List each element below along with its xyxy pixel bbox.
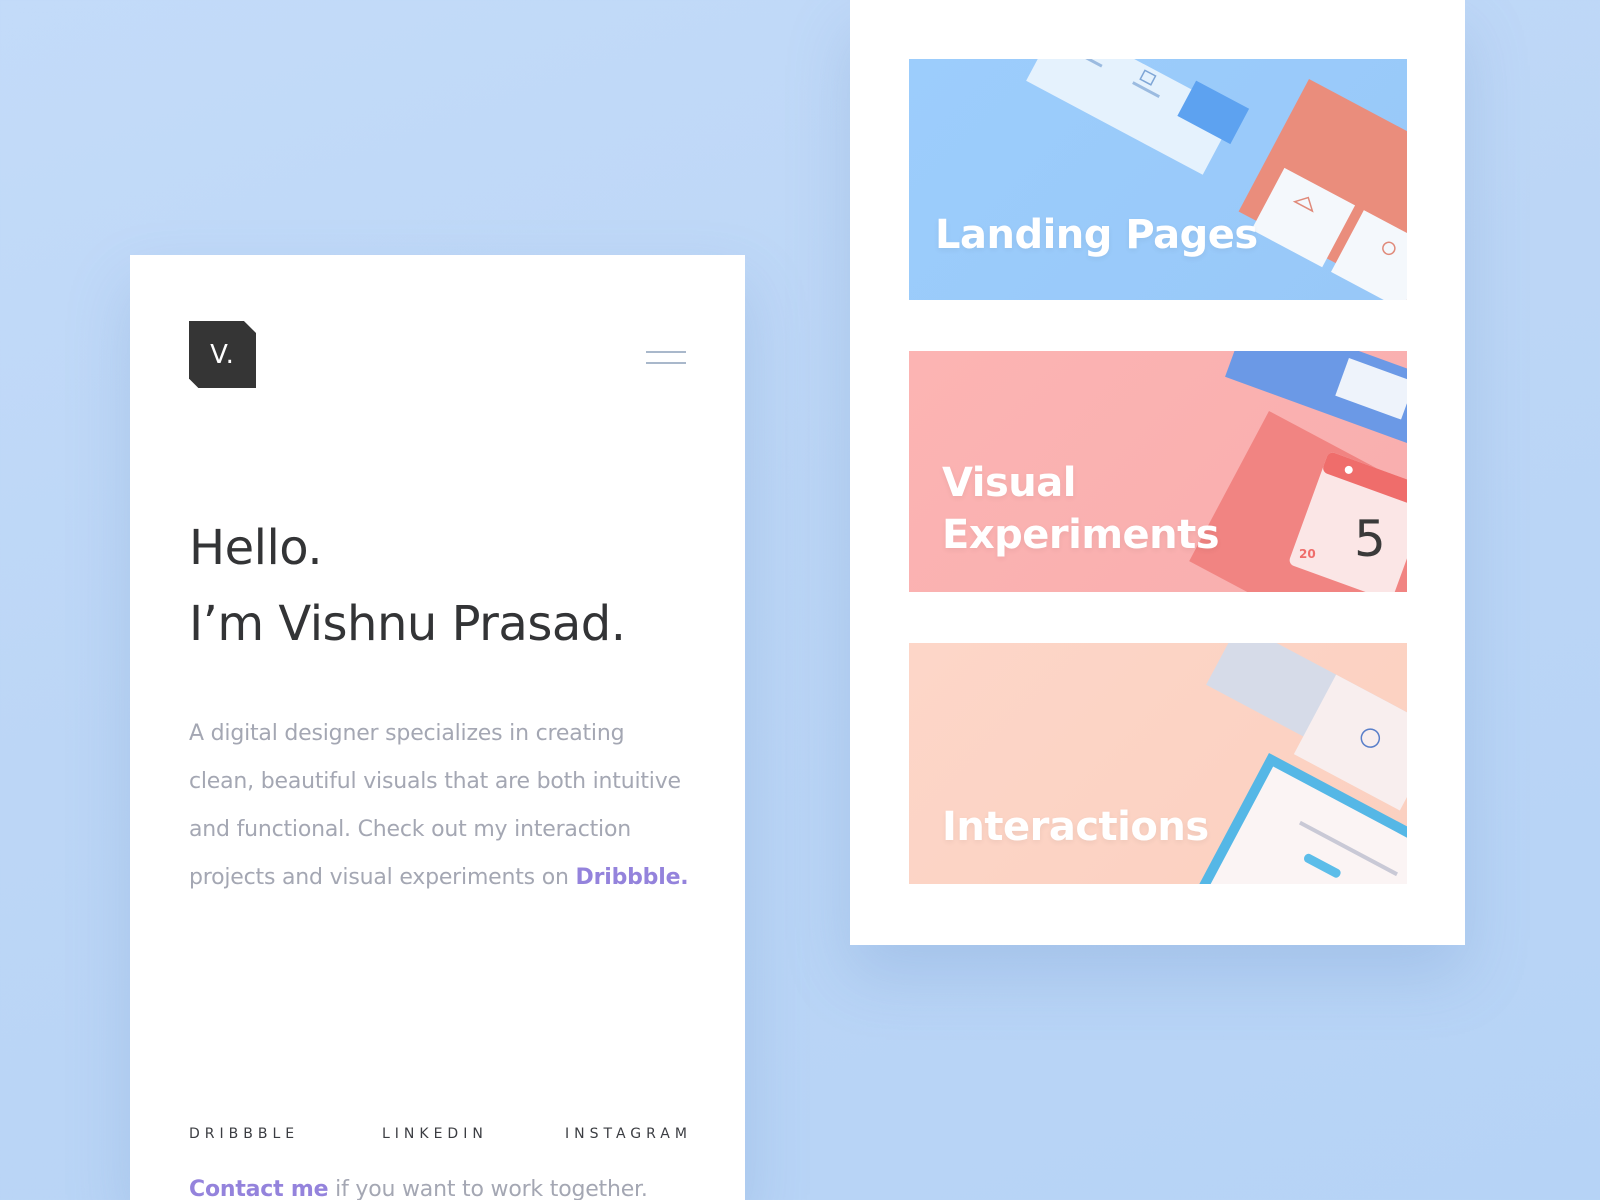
social-links: DRIBBBLE LINKEDIN INSTAGRAM xyxy=(130,1126,745,1146)
greeting: Hello. xyxy=(189,520,323,576)
contact-text: if you want to work together. xyxy=(328,1177,648,1200)
contact-me-link[interactable]: Contact me xyxy=(189,1177,329,1200)
tile-visual-experiments[interactable]: 5 20 Visual Experiments xyxy=(909,351,1407,592)
portfolio-card: Landing Pages 5 20 Visual Experiments In… xyxy=(850,0,1465,945)
profile-card: V. Hello. I’m Vishnu Prasad. A digital d… xyxy=(130,255,745,1200)
social-link-linkedin[interactable]: LINKEDIN xyxy=(382,1126,488,1142)
tile-title-line: Visual xyxy=(942,460,1076,506)
social-link-dribbble[interactable]: DRIBBBLE xyxy=(189,1126,299,1142)
tile-title-line: Experiments xyxy=(942,512,1220,558)
dribbble-inline-link[interactable]: Dribbble. xyxy=(576,865,689,890)
contact-line: Contact me if you want to work together. xyxy=(189,1177,709,1200)
calendar-side-number: 20 xyxy=(1299,547,1316,561)
social-link-instagram[interactable]: INSTAGRAM xyxy=(565,1126,692,1142)
intro-heading: Hello. I’m Vishnu Prasad. xyxy=(189,510,626,662)
logo-mark[interactable]: V. xyxy=(189,321,256,388)
name-line: I’m Vishnu Prasad. xyxy=(189,596,626,652)
calendar-day-number: 5 xyxy=(1354,510,1386,568)
menu-line xyxy=(646,351,686,353)
hamburger-menu-icon[interactable] xyxy=(646,345,686,377)
menu-line xyxy=(646,362,686,364)
tile-title-visual-experiments: Visual Experiments xyxy=(942,457,1220,561)
tile-interactions[interactable]: Interactions xyxy=(909,643,1407,884)
bio-paragraph: A digital designer specializes in creati… xyxy=(189,710,689,902)
tile-title-interactions: Interactions xyxy=(942,804,1209,850)
landing-pages-preview-art xyxy=(1026,59,1407,300)
tile-title-landing-pages: Landing Pages xyxy=(935,212,1258,258)
tile-landing-pages[interactable]: Landing Pages xyxy=(909,59,1407,300)
